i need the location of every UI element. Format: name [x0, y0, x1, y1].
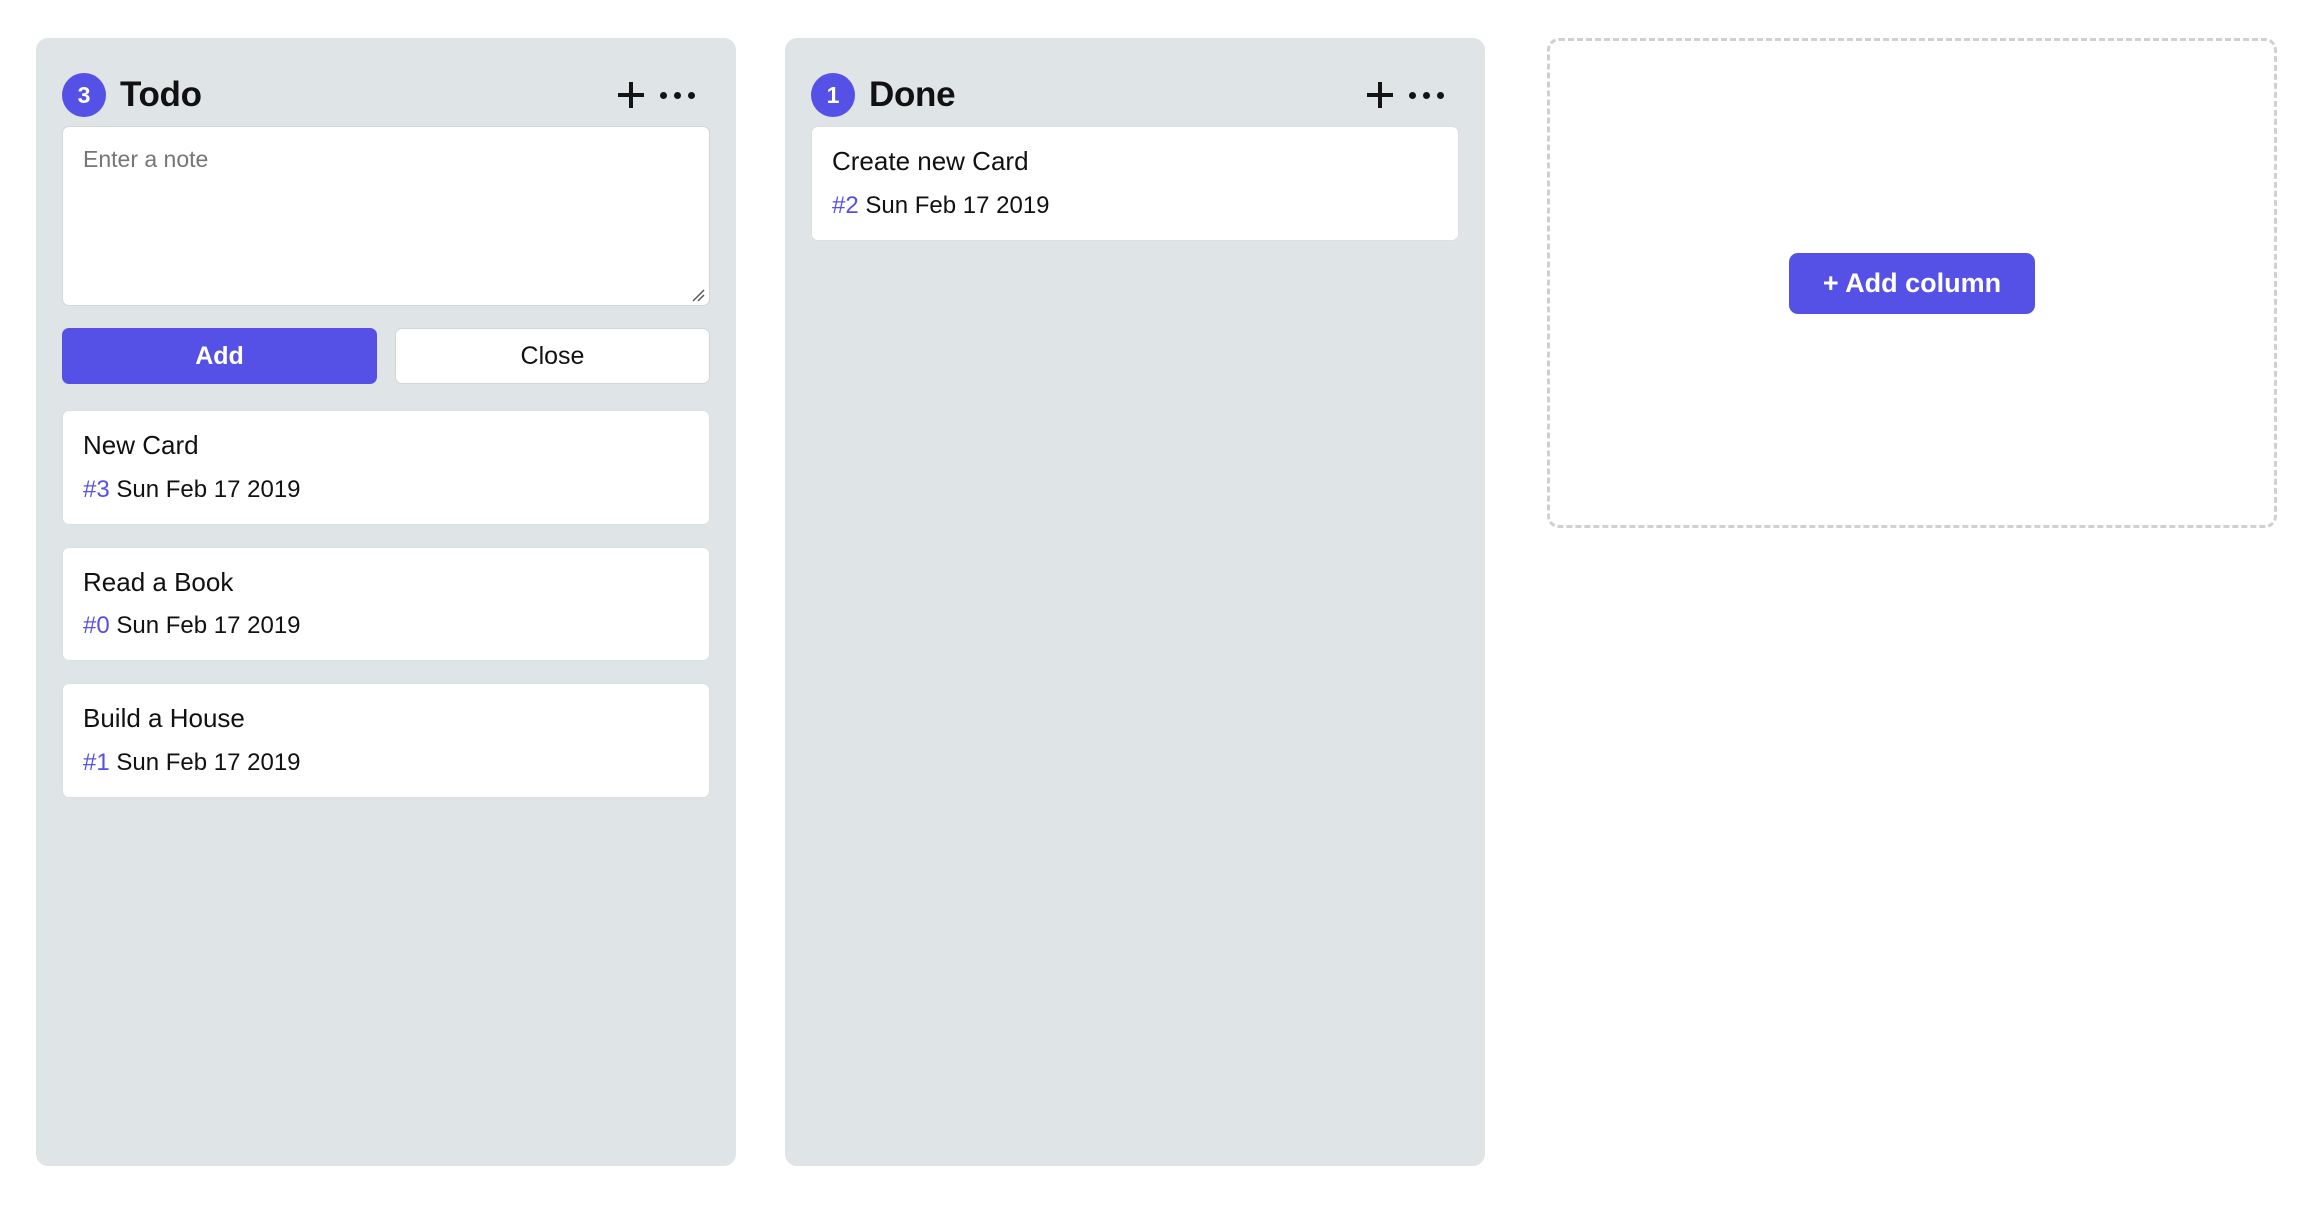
composer-actions: Add Close	[62, 328, 710, 384]
note-composer	[62, 126, 710, 306]
add-column-dropzone[interactable]: + Add column	[1547, 38, 2277, 528]
card-id: #2	[832, 191, 859, 219]
column-body-done: Create new Card #2 Sun Feb 17 2019	[785, 126, 1485, 241]
kanban-board: 3 Todo Add Close	[0, 0, 2304, 1166]
note-input[interactable]	[62, 126, 710, 306]
plus-icon	[1365, 80, 1395, 110]
table-row[interactable]: Read a Book #0 Sun Feb 17 2019	[62, 546, 710, 661]
plus-icon	[616, 80, 646, 110]
table-row[interactable]: Build a House #1 Sun Feb 17 2019	[62, 683, 710, 798]
table-row[interactable]: Create new Card #2 Sun Feb 17 2019	[811, 126, 1459, 241]
card-title: Create new Card	[832, 146, 1029, 176]
ellipsis-icon	[659, 91, 695, 99]
card-list-todo: New Card #3 Sun Feb 17 2019 Read a Book …	[62, 410, 710, 798]
column-card-count-badge: 3	[62, 73, 106, 117]
add-note-button[interactable]: Add	[62, 328, 377, 384]
card-date: Sun Feb 17 2019	[116, 612, 301, 639]
card-title: Build a House	[83, 703, 245, 733]
card-title: Read a Book	[83, 566, 234, 597]
card-list-done: Create new Card #2 Sun Feb 17 2019	[811, 126, 1459, 241]
column-menu-button-todo[interactable]	[654, 72, 700, 118]
column-header-done: 1 Done	[785, 38, 1485, 126]
column-header-todo: 3 Todo	[36, 38, 736, 126]
card-date: Sun Feb 17 2019	[116, 475, 301, 503]
column-title: Todo	[120, 75, 202, 114]
card-id: #0	[83, 612, 110, 639]
add-column-button[interactable]: + Add column	[1788, 252, 2036, 314]
card-meta: #1 Sun Feb 17 2019	[83, 749, 689, 777]
card-meta: #3 Sun Feb 17 2019	[83, 476, 689, 504]
column-done: 1 Done Create new Card #2 Sun Feb 17 201…	[785, 38, 1485, 1166]
ellipsis-icon	[1408, 91, 1444, 99]
add-card-button-done[interactable]	[1357, 72, 1403, 118]
add-card-button-todo[interactable]	[608, 72, 654, 118]
table-row[interactable]: New Card #3 Sun Feb 17 2019	[62, 410, 710, 525]
close-composer-button[interactable]: Close	[395, 328, 710, 384]
column-todo: 3 Todo Add Close	[36, 38, 736, 1166]
column-card-count-badge: 1	[811, 73, 855, 117]
card-id: #3	[83, 475, 110, 503]
column-body-todo: Add Close New Card #3 Sun Feb 17 2019 Re…	[36, 126, 736, 798]
card-meta: #2 Sun Feb 17 2019	[832, 192, 1438, 220]
card-title: New Card	[83, 430, 199, 460]
column-title: Done	[869, 75, 956, 114]
card-date: Sun Feb 17 2019	[116, 748, 301, 776]
card-meta: #0 Sun Feb 17 2019	[83, 612, 689, 640]
card-date: Sun Feb 17 2019	[865, 191, 1050, 219]
column-menu-button-done[interactable]	[1403, 72, 1449, 118]
card-id: #1	[83, 748, 110, 776]
